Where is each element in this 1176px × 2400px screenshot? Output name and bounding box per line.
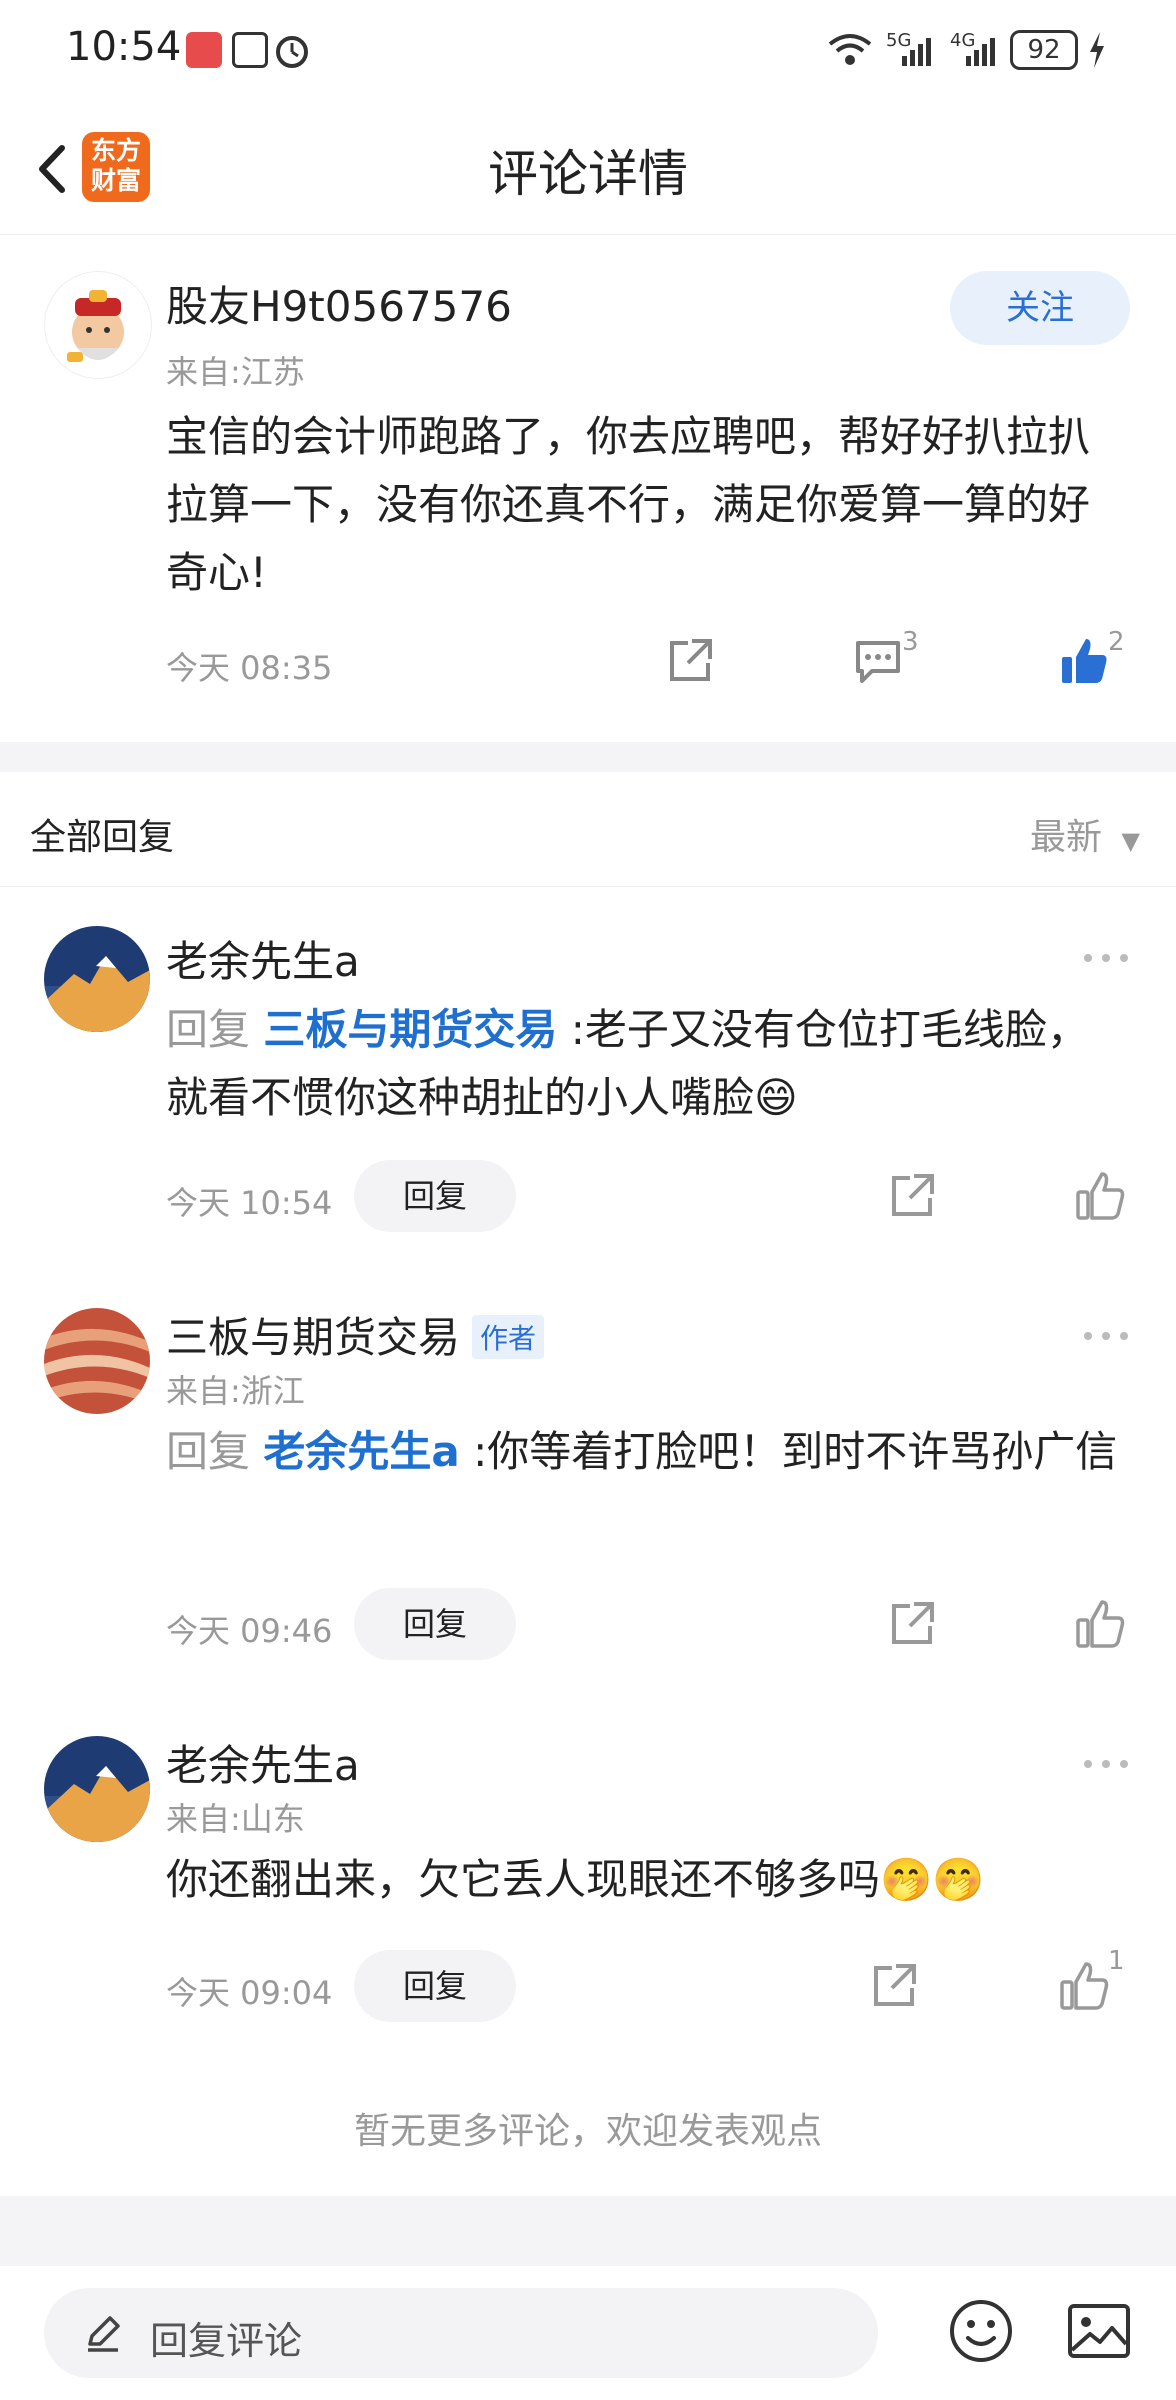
- reply-button[interactable]: 回复: [354, 1588, 516, 1660]
- all-replies-label: 全部回复: [30, 817, 175, 858]
- more-icon[interactable]: [1082, 1754, 1130, 1774]
- reply-text: 你还翻出来，欠它丢人现眼还不够多吗🤭🤭: [166, 1855, 985, 1904]
- reply-username-text: 三板与期货交易: [166, 1313, 461, 1362]
- mountain-avatar-icon: [44, 926, 150, 1032]
- no-more-comments-text: 暂无更多评论，欢迎发表观点: [353, 2111, 822, 2152]
- reply-input-placeholder: 回复评论: [150, 2319, 303, 2363]
- reply-text: 回复 老余先生a :你等着打脸吧！到时不许骂孙广信: [166, 1418, 1126, 1486]
- avatar[interactable]: [44, 1736, 150, 1842]
- replies-header: 全部回复 最新 ▼: [0, 772, 1176, 887]
- like-count: 2: [1108, 627, 1125, 657]
- emoji-icon[interactable]: [946, 2296, 1016, 2366]
- share-icon[interactable]: [868, 1960, 920, 2012]
- reply-prefix: 回复: [166, 1005, 251, 1054]
- comment-count: 3: [902, 627, 919, 657]
- avatar[interactable]: [44, 271, 152, 379]
- canyon-avatar-icon: [44, 1308, 150, 1414]
- follow-button[interactable]: 关注: [950, 271, 1130, 345]
- like-icon-active[interactable]: [1058, 635, 1110, 687]
- wifi-icon: [828, 34, 872, 65]
- list-item: 老余先生a 回复 三板与期货交易 :老子又没有仓位打毛线脸，就看不惯你这种胡扯的…: [0, 886, 1176, 1266]
- share-icon[interactable]: [886, 1598, 938, 1650]
- comment-username[interactable]: 股友H9t0567576: [166, 273, 512, 334]
- reply-button[interactable]: 回复: [354, 1160, 516, 1232]
- status-time: 10:54: [66, 24, 182, 70]
- comment-icon[interactable]: [852, 635, 904, 687]
- reply-body: :你等着打脸吧！到时不许骂孙广信: [473, 1427, 1118, 1476]
- avatar[interactable]: [44, 926, 150, 1032]
- reply-comment-input[interactable]: 回复评论: [44, 2288, 878, 2378]
- share-icon[interactable]: [886, 1170, 938, 1222]
- reply-time: 今天 09:04: [166, 1974, 333, 2012]
- reply-username[interactable]: 老余先生a: [166, 928, 360, 989]
- signal-5g-icon: [902, 38, 931, 66]
- avatar[interactable]: [44, 1308, 150, 1414]
- fortune-god-avatar-icon: [67, 290, 124, 362]
- bottom-input-bar: 回复评论: [0, 2266, 1176, 2400]
- caret-down-icon: ▼: [1121, 827, 1140, 855]
- list-item: 三板与期货交易 作者 来自:浙江 回复 老余先生a :你等着打脸吧！到时不许骂孙广…: [0, 1268, 1176, 1694]
- page-title: 评论详情: [488, 145, 688, 203]
- reply-username[interactable]: 老余先生a: [166, 1732, 360, 1793]
- reply-time: 今天 09:46: [166, 1612, 333, 1650]
- like-count: 1: [1108, 1946, 1125, 1976]
- share-icon[interactable]: [664, 635, 716, 687]
- status-bar: 10:54 5G 4G 92: [0, 0, 1176, 100]
- reply-location: 来自:山东: [166, 1800, 305, 1838]
- reply-target-user[interactable]: 三板与期货交易: [263, 1005, 557, 1054]
- replies-section: 全部回复 最新 ▼ 老余先生a 回复 三板与期货交易 :老子又没有仓位打毛线脸，…: [0, 772, 1176, 2196]
- like-icon[interactable]: [1074, 1170, 1126, 1222]
- like-icon[interactable]: [1074, 1598, 1126, 1650]
- author-badge: 作者: [472, 1314, 545, 1359]
- reply-username[interactable]: 三板与期货交易 作者: [166, 1304, 545, 1365]
- comment-time: 今天 08:35: [166, 649, 333, 687]
- signal-4g-icon: [966, 38, 995, 66]
- sort-label: 最新: [1030, 817, 1103, 858]
- reply-target-user[interactable]: 老余先生a: [263, 1427, 459, 1476]
- more-icon[interactable]: [1082, 1326, 1130, 1346]
- reply-prefix: 回复: [166, 1427, 251, 1476]
- comment-location: 来自:江苏: [166, 353, 305, 391]
- huawei-app-icon: [186, 32, 222, 68]
- alarm-icon: [276, 36, 308, 68]
- reply-location: 来自:浙江: [166, 1372, 305, 1410]
- reply-time: 今天 10:54: [166, 1184, 333, 1222]
- reply-text: 回复 三板与期货交易 :老子又没有仓位打毛线脸，就看不惯你这种胡扯的小人嘴脸😄: [166, 996, 1126, 1132]
- more-icon[interactable]: [1082, 948, 1130, 968]
- list-item: 老余先生a 来自:山东 你还翻出来，欠它丢人现眼还不够多吗🤭🤭 今天 09:04…: [0, 1696, 1176, 2076]
- charging-icon: [1090, 32, 1104, 68]
- nfc-icon: [232, 32, 268, 68]
- mountain-avatar-icon: [44, 1736, 150, 1842]
- battery-icon: 92: [1010, 30, 1078, 70]
- sort-dropdown[interactable]: 最新 ▼: [1030, 808, 1140, 860]
- comment-text: 宝信的会计师跑路了，你去应聘吧，帮好好扒拉扒拉算一下，没有你还真不行，满足你爱算…: [166, 412, 1091, 597]
- reply-button[interactable]: 回复: [354, 1950, 516, 2022]
- like-icon[interactable]: [1058, 1960, 1110, 2012]
- image-icon[interactable]: [1066, 2298, 1132, 2364]
- header-bar: 东方 财富 评论详情: [0, 100, 1176, 235]
- main-comment: 股友H9t0567576 来自:江苏 关注 宝信的会计师跑路了，你去应聘吧，帮好…: [0, 235, 1176, 742]
- pencil-icon: [88, 2316, 120, 2352]
